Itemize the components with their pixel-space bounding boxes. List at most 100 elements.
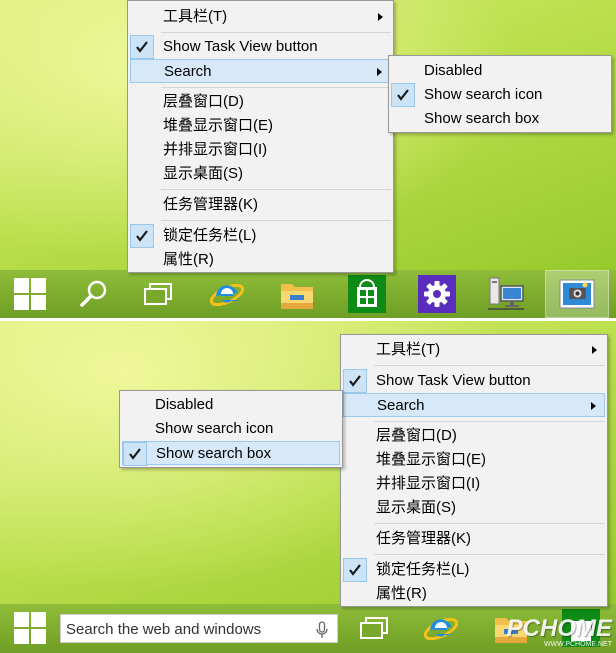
menu-item-label: 并排显示窗口(I) [163,141,268,158]
task-view-button[interactable] [350,604,398,652]
menu-item-task-manager[interactable]: 任务管理器(K) [130,193,391,217]
menu-item-lock-taskbar[interactable]: 锁定任务栏(L) [343,558,605,582]
menu-item-toolbars[interactable]: 工具栏(T) [343,338,605,362]
menu-item-properties[interactable]: 属性(R) [130,248,391,272]
checkmark-box [343,558,367,582]
search-input[interactable] [66,618,306,640]
windows-start-icon [14,612,46,644]
taskbar-context-menu: 工具栏(T) Show Task View button Search 层叠窗口… [127,0,394,273]
photo-app-button[interactable] [545,270,609,318]
checkmark-icon [349,564,361,576]
menu-item-show-desktop[interactable]: 显示桌面(S) [130,162,391,186]
submenu-item-disabled[interactable]: Disabled [391,59,609,83]
checkmark-icon [136,41,148,53]
checkmark-icon [129,448,141,460]
submenu-item-show-search-icon[interactable]: Show search icon [122,417,340,441]
search-icon [80,280,107,307]
menu-item-cascade[interactable]: 层叠窗口(D) [130,90,391,114]
menu-separator [374,421,605,422]
microphone-icon[interactable] [315,621,329,639]
menu-separator [374,365,605,366]
checkmark-box [391,83,415,107]
photo-app-icon [559,279,595,309]
submenu-arrow-icon [591,402,596,410]
submenu-item-label: Show search icon [155,420,274,437]
search-submenu: Disabled Show search icon Show search bo… [388,55,612,133]
start-button[interactable] [6,270,54,318]
submenu-item-label: Show search box [156,445,272,462]
internet-explorer-icon [209,283,245,307]
menu-item-show-task-view[interactable]: Show Task View button [130,35,391,59]
menu-item-stack[interactable]: 堆叠显示窗口(E) [130,114,391,138]
task-view-icon [144,283,172,305]
checkmark-box [130,35,154,59]
menu-separator [374,523,605,524]
menu-item-label: 显示桌面(S) [163,165,243,182]
checkmark-box [130,224,154,248]
menu-item-properties[interactable]: 属性(R) [343,582,605,606]
menu-item-label: 工具栏(T) [163,8,228,25]
network-button[interactable] [482,270,530,318]
checkmark-box [343,369,367,393]
menu-item-side-by-side[interactable]: 并排显示窗口(I) [130,138,391,162]
menu-item-label: 属性(R) [163,251,214,268]
menu-item-label: Show Task View button [376,372,531,389]
submenu-item-show-search-box[interactable]: Show search box [391,107,609,131]
ie-button[interactable] [202,270,252,318]
menu-separator [161,32,391,33]
menu-item-label: Search [164,63,212,80]
menu-item-show-task-view[interactable]: Show Task View button [343,369,605,393]
menu-separator [161,220,391,221]
submenu-item-label: Show search icon [424,86,543,103]
task-view-button[interactable] [134,270,182,318]
search-submenu: Disabled Show search icon Show search bo… [119,390,343,468]
submenu-item-disabled[interactable]: Disabled [122,393,340,417]
windows-start-icon [14,278,46,310]
menu-item-show-desktop[interactable]: 显示桌面(S) [343,496,605,520]
search-button[interactable] [70,270,118,318]
taskbar-bottom: PCHOME WWW.PCHOME.NET [0,604,616,653]
file-explorer-button[interactable] [272,270,322,318]
submenu-item-show-search-box[interactable]: Show search box [122,441,340,466]
menu-item-search[interactable]: Search [343,393,605,417]
menu-item-task-manager[interactable]: 任务管理器(K) [343,527,605,551]
store-button[interactable] [343,270,391,318]
menu-separator [161,87,391,88]
submenu-arrow-icon [378,13,383,21]
menu-item-search[interactable]: Search [130,59,391,83]
watermark-main: PCHOME [506,615,612,642]
start-button[interactable] [6,604,54,652]
desktop-bottom: PCHOME WWW.PCHOME.NET 工具栏(T) Show Task V… [0,321,616,653]
pchome-watermark: PCHOME WWW.PCHOME.NET [507,617,612,649]
submenu-arrow-icon [377,68,382,76]
menu-item-label: 显示桌面(S) [376,499,456,516]
menu-item-cascade[interactable]: 层叠窗口(D) [343,424,605,448]
watermark-sub: WWW.PCHOME.NET [543,641,612,648]
desktop-top: 工具栏(T) Show Task View button Search 层叠窗口… [0,0,616,318]
menu-separator [161,189,391,190]
menu-item-label: 层叠窗口(D) [163,93,244,110]
menu-item-label: 并排显示窗口(I) [376,475,481,492]
menu-item-stack[interactable]: 堆叠显示窗口(E) [343,448,605,472]
menu-item-toolbars[interactable]: 工具栏(T) [130,5,391,29]
menu-item-label: 属性(R) [376,585,427,602]
menu-item-lock-taskbar[interactable]: 锁定任务栏(L) [130,224,391,248]
submenu-item-show-search-icon[interactable]: Show search icon [391,83,609,107]
taskbar-search-box[interactable] [60,614,338,643]
menu-item-label: 层叠窗口(D) [376,427,457,444]
submenu-item-label: Show search box [424,110,540,127]
settings-gear-icon [418,275,456,313]
file-explorer-icon [281,284,313,309]
task-view-icon [360,617,388,639]
menu-separator [374,554,605,555]
checkmark-icon [349,375,361,387]
menu-item-label: 任务管理器(K) [163,196,258,213]
submenu-item-label: Disabled [155,396,214,413]
network-computer-icon [488,277,524,310]
store-icon [348,275,386,313]
menu-item-side-by-side[interactable]: 并排显示窗口(I) [343,472,605,496]
menu-item-label: 锁定任务栏(L) [376,561,470,578]
menu-item-label: 任务管理器(K) [376,530,471,547]
ie-button[interactable] [416,604,466,652]
settings-button[interactable] [413,270,461,318]
